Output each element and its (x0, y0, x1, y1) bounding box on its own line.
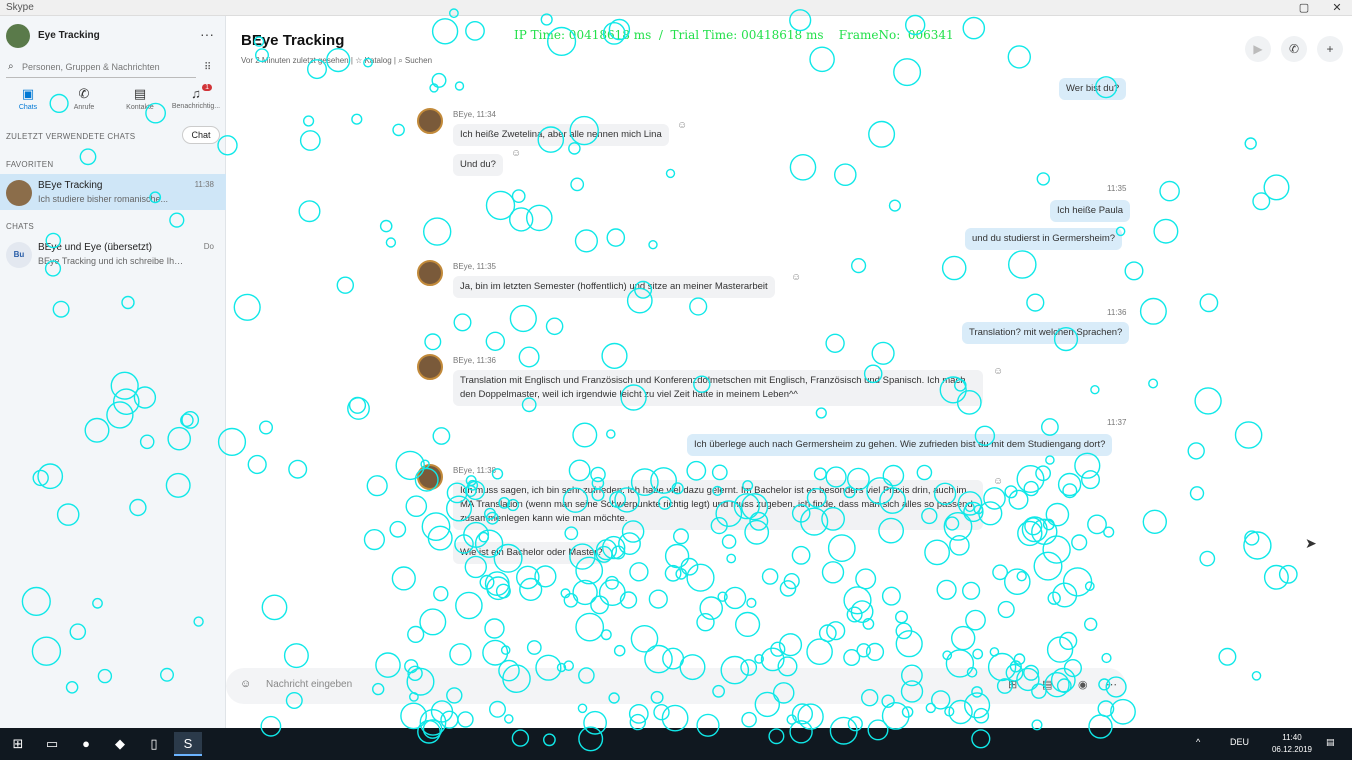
search-input[interactable]: ⌕ Personen, Gruppen & Nachrichten (6, 58, 196, 78)
tab-label: Kontakte (126, 104, 154, 111)
chat-snippet: Ich studiere bisher romanische... (38, 194, 169, 204)
add-user-icon: + (1326, 42, 1334, 56)
reaction-icon[interactable]: ☺ (677, 120, 687, 131)
attach-icon[interactable]: ⊞ (1008, 678, 1017, 691)
message-incoming[interactable]: Wie ist ein Bachelor oder Master? (453, 542, 610, 564)
eyetracking-overlay-info: IP Time: 00418618 ms / Trial Time: 00418… (514, 28, 954, 42)
taskbar-clock[interactable]: 11:40 06.12.2019 (1272, 732, 1312, 756)
chat-title: BEye und Eye (übersetzt) (38, 242, 152, 253)
notification-badge: 1 (202, 84, 212, 91)
message-timestamp: 11:37 (1107, 418, 1127, 427)
reaction-icon[interactable]: ☺ (511, 148, 521, 159)
clock-time: 11:40 (1282, 733, 1302, 742)
contact-card-icon[interactable]: ▤ (1042, 678, 1052, 691)
tray-chevron-icon[interactable]: ^ (1196, 737, 1200, 747)
nav-tabs: ▣ Chats ✆ Anrufe ▤ Kontakte ♫ 1 Benachri… (0, 84, 226, 120)
message-incoming[interactable]: Ich muss sagen, ich bin sehr zufrieden. … (453, 480, 983, 530)
chat-time: 11:38 (194, 180, 214, 189)
notification-center-icon[interactable]: ▤ (1326, 737, 1335, 748)
mouse-cursor-icon: ➤ (1305, 535, 1317, 551)
window-title: Skype (6, 2, 34, 13)
chat-title: BEye Tracking (38, 180, 103, 191)
chat-time: Do (203, 242, 214, 251)
section-recent[interactable]: ZULETZT VERWENDETE CHATS (6, 132, 135, 141)
section-chats: CHATS (6, 222, 35, 231)
avatar (417, 108, 443, 134)
video-icon: ▶ (1253, 42, 1263, 56)
tab-calls[interactable]: ✆ Anrufe (56, 86, 112, 111)
message-incoming[interactable]: Und du? (453, 154, 503, 176)
avatar[interactable] (6, 24, 30, 48)
window-titlebar: Skype ▢ ✕ (0, 0, 1352, 16)
avatar (417, 464, 443, 490)
message-timestamp: 11:35 (1107, 184, 1127, 193)
tab-label: Benachrichtig... (171, 103, 221, 110)
firefox-icon[interactable]: ● (72, 732, 100, 756)
message-sender: BEye, 11:36 (453, 356, 496, 365)
chat-icon: ▣ (21, 86, 35, 101)
tab-label: Chats (18, 104, 38, 111)
add-people-button[interactable]: + (1317, 36, 1343, 62)
windows-start-icon[interactable]: ⊞ (4, 732, 32, 756)
audio-message-icon[interactable]: ◉ (1078, 678, 1088, 691)
tab-contacts[interactable]: ▤ Kontakte (112, 86, 168, 111)
tab-notifications[interactable]: ♫ 1 Benachrichtig... (168, 84, 224, 110)
new-chat-button[interactable]: Chat (182, 126, 220, 144)
video-call-button[interactable]: ▶ (1245, 36, 1271, 62)
conversation-title[interactable]: BEye Tracking (241, 32, 344, 49)
message-outgoing[interactable]: Translation? mit welchen Sprachen? (962, 322, 1130, 344)
avatar (6, 180, 32, 206)
sidebar: Eye Tracking ··· ⌕ Personen, Gruppen & N… (0, 16, 226, 728)
skype-taskbar-icon[interactable]: S (174, 732, 202, 756)
bell-icon: ♫ (191, 86, 201, 101)
reaction-icon[interactable]: ☺ (791, 272, 801, 283)
message-incoming[interactable]: Translation mit Englisch und Französisch… (453, 370, 983, 406)
search-placeholder: Personen, Gruppen & Nachrichten (22, 62, 160, 72)
more-icon[interactable]: ⋯ (1106, 678, 1117, 691)
message-incoming[interactable]: Ja, bin im letzten Semester (hoffentlich… (453, 276, 775, 298)
audio-call-button[interactable]: ✆ (1281, 36, 1307, 62)
message-composer[interactable]: ☺ Nachricht eingeben ⊞ ▤ ◉ ⋯ (226, 668, 1126, 704)
message-outgoing[interactable]: Ich heiße Paula (1050, 200, 1131, 222)
chat-list-item[interactable]: Bu BEye und Eye (übersetzt) BEye Trackin… (0, 236, 226, 272)
message-incoming[interactable]: Ich heiße Zwetelina, aber alle nennen mi… (453, 124, 669, 146)
close-button[interactable]: ✕ (1325, 1, 1349, 15)
more-options-button[interactable]: ··· (200, 26, 214, 42)
reaction-icon[interactable]: ☺ (993, 476, 1003, 487)
profile-name: Eye Tracking (38, 30, 100, 41)
message-sender: BEye, 11:38 (453, 466, 496, 475)
message-outgoing[interactable]: und du studierst in Germersheim? (965, 228, 1123, 250)
tab-chats[interactable]: ▣ Chats (0, 86, 56, 111)
conversation-subtitle[interactable]: Vor 2 Minuten zuletzt gesehen | ☆ Katalo… (241, 56, 432, 66)
reaction-icon[interactable]: ☺ (993, 366, 1003, 377)
message-timestamp: 11:36 (1107, 308, 1127, 317)
chat-list-item[interactable]: BEye Tracking Ich studiere bisher romani… (0, 174, 226, 210)
contacts-icon: ▤ (133, 86, 147, 101)
avatar (417, 260, 443, 286)
message-outgoing[interactable]: Ich überlege auch nach Germersheim zu ge… (687, 434, 1113, 456)
conversation-pane: BEye Tracking Vor 2 Minuten zuletzt gese… (227, 16, 1352, 728)
phone-icon: ✆ (1288, 42, 1300, 56)
profile-header[interactable]: Eye Tracking ··· (6, 24, 220, 50)
taskbar: ⊞ ▭ ● ◆ ▯ S ^ DEU 11:40 06.12.2019 ▤ (0, 728, 1352, 760)
document-icon[interactable]: ▯ (140, 732, 168, 756)
maximize-button[interactable]: ▢ (1292, 1, 1316, 15)
clock-date: 06.12.2019 (1271, 745, 1312, 754)
phone-icon: ✆ (78, 86, 90, 101)
chat-snippet: BEye Tracking und ich schreibe Ihnen... (38, 256, 188, 266)
tab-label: Anrufe (73, 104, 95, 111)
emoji-icon[interactable]: ☺ (240, 678, 251, 690)
keyboard-language[interactable]: DEU (1230, 737, 1249, 747)
message-input[interactable]: Nachricht eingeben (266, 679, 352, 690)
section-favorites: FAVORITEN (6, 160, 54, 169)
message-outgoing[interactable]: Wer bist du? (1059, 78, 1127, 100)
message-sender: BEye, 11:34 (453, 110, 496, 119)
avatar: Bu (6, 242, 32, 268)
app-icon[interactable]: ◆ (106, 732, 134, 756)
dialpad-icon[interactable]: ⠿ (204, 62, 211, 73)
search-icon: ⌕ (8, 61, 14, 72)
file-explorer-icon[interactable]: ▭ (38, 732, 66, 756)
avatar (417, 354, 443, 380)
message-sender: BEye, 11:35 (453, 262, 496, 271)
